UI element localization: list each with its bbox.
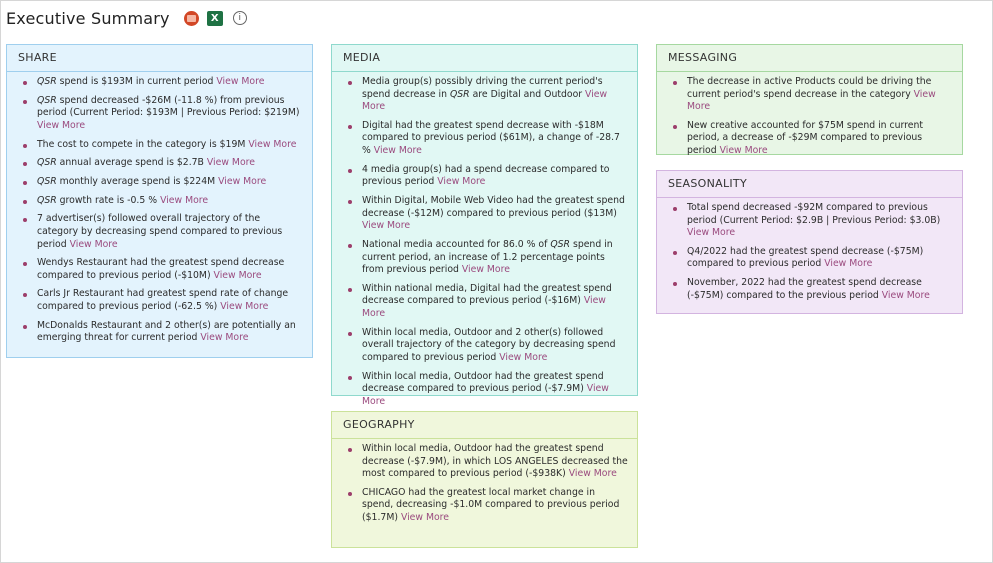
insight-text: spend decreased -$26M (-11.8 %) from pre… xyxy=(37,94,300,119)
view-more-link[interactable]: View More xyxy=(160,195,208,206)
insight-text: 4 media group(s) had a spend decrease co… xyxy=(362,163,610,188)
share-item: Wendys Restaurant had the greatest spend… xyxy=(19,257,304,282)
header: Executive Summary X i xyxy=(6,6,247,30)
share-item: The cost to compete in the category is $… xyxy=(19,139,304,152)
messaging-title: MESSAGING xyxy=(657,45,962,72)
geography-title: GEOGRAPHY xyxy=(332,412,637,439)
seasonality-title: SEASONALITY xyxy=(657,171,962,198)
insight-text: Within Digital, Mobile Web Video had the… xyxy=(362,195,625,219)
category-name: QSR xyxy=(37,175,57,187)
seasonality-item: November, 2022 had the greatest spend de… xyxy=(669,277,954,302)
media-item: National media accounted for 86.0 % of Q… xyxy=(344,239,629,277)
share-item: QSR spend is $193M in current period Vie… xyxy=(19,76,304,89)
powerpoint-icon xyxy=(183,10,199,26)
share-item: 7 advertiser(s) followed overall traject… xyxy=(19,213,304,251)
media-item: Within local media, Outdoor had the grea… xyxy=(344,371,629,409)
view-more-link[interactable]: View More xyxy=(216,76,264,87)
media-item: Within national media, Digital had the g… xyxy=(344,283,629,321)
insight-text: Within local media, Outdoor and 2 other(… xyxy=(362,326,616,363)
powerpoint-export-button[interactable] xyxy=(183,10,199,26)
page-title: Executive Summary xyxy=(6,8,170,28)
share-title: SHARE xyxy=(7,45,312,72)
view-more-link[interactable]: View More xyxy=(882,290,930,301)
category-name: QSR xyxy=(550,238,571,250)
view-more-link[interactable]: View More xyxy=(374,145,422,156)
view-more-link[interactable]: View More xyxy=(214,270,262,281)
media-item: 4 media group(s) had a spend decrease co… xyxy=(344,164,629,189)
view-more-link[interactable]: View More xyxy=(569,468,617,479)
view-more-link[interactable]: View More xyxy=(687,227,735,238)
media-list: Media group(s) possibly driving the curr… xyxy=(332,72,637,408)
seasonality-item: Q4/2022 had the greatest spend decrease … xyxy=(669,246,954,271)
insight-text: monthly average spend is $224M xyxy=(56,175,219,187)
view-more-link[interactable]: View More xyxy=(200,332,248,343)
share-item: QSR spend decreased -$26M (-11.8 %) from… xyxy=(19,95,304,133)
insight-text: Q4/2022 had the greatest spend decrease … xyxy=(687,245,924,270)
insight-text: The decrease in active Products could be… xyxy=(687,76,932,100)
category-name: QSR xyxy=(37,194,57,206)
category-name: QSR xyxy=(37,157,57,169)
seasonality-panel: SEASONALITY Total spend decreased -$92M … xyxy=(656,170,963,314)
insight-text: growth rate is -0.5 % xyxy=(56,194,161,206)
share-item: QSR annual average spend is $2.7B View M… xyxy=(19,157,304,170)
category-name: QSR xyxy=(449,88,470,100)
info-button[interactable]: i xyxy=(232,11,247,25)
geography-item: Within local media, Outdoor had the grea… xyxy=(344,443,629,481)
view-more-link[interactable]: View More xyxy=(207,157,255,168)
messaging-item: The decrease in active Products could be… xyxy=(669,76,954,114)
info-icon: i xyxy=(232,11,247,25)
insight-text: spend is $193M in current period xyxy=(56,76,217,87)
view-more-link[interactable]: View More xyxy=(362,220,410,231)
view-more-link[interactable]: View More xyxy=(720,145,768,156)
insight-text: annual average spend is $2.7B xyxy=(56,157,207,169)
view-more-link[interactable]: View More xyxy=(499,352,547,363)
media-item: Media group(s) possibly driving the curr… xyxy=(344,76,629,114)
messaging-panel: MESSAGING The decrease in active Product… xyxy=(656,44,963,158)
excel-export-button[interactable]: X xyxy=(206,10,223,26)
media-panel: MEDIA Media group(s) possibly driving th… xyxy=(331,44,638,407)
share-item: McDonalds Restaurant and 2 other(s) are … xyxy=(19,320,304,345)
insight-text: The cost to compete in the category is $… xyxy=(37,138,249,150)
view-more-link[interactable]: View More xyxy=(824,258,872,269)
insight-text: Total spend decreased -$92M compared to … xyxy=(687,202,941,226)
messaging-list: The decrease in active Products could be… xyxy=(657,72,962,158)
view-more-link[interactable]: View More xyxy=(401,512,449,523)
share-item: QSR growth rate is -0.5 % View More xyxy=(19,195,304,208)
category-name: QSR xyxy=(37,76,57,87)
view-more-link[interactable]: View More xyxy=(70,239,118,250)
insight-text: are Digital and Outdoor xyxy=(469,88,586,100)
view-more-link[interactable]: View More xyxy=(437,176,485,187)
media-title: MEDIA xyxy=(332,45,637,72)
share-list: QSR spend is $193M in current period Vie… xyxy=(7,72,312,345)
geography-list: Within local media, Outdoor had the grea… xyxy=(332,439,637,525)
insight-text: Within national media, Digital had the g… xyxy=(362,282,612,307)
category-name: QSR xyxy=(37,94,57,106)
share-item: Carls Jr Restaurant had greatest spend r… xyxy=(19,288,304,313)
insight-text: National media accounted for 86.0 % of xyxy=(362,238,551,250)
media-item: Within Digital, Mobile Web Video had the… xyxy=(344,195,629,233)
insight-text: McDonalds Restaurant and 2 other(s) are … xyxy=(37,319,296,344)
share-item: QSR monthly average spend is $224M View … xyxy=(19,176,304,189)
media-item: Digital had the greatest spend decrease … xyxy=(344,120,629,158)
view-more-link[interactable]: View More xyxy=(462,264,510,275)
messaging-item: New creative accounted for $75M spend in… xyxy=(669,120,954,158)
seasonality-item: Total spend decreased -$92M compared to … xyxy=(669,202,954,240)
view-more-link[interactable]: View More xyxy=(218,176,266,187)
view-more-link[interactable]: View More xyxy=(220,301,268,312)
excel-icon: X xyxy=(206,10,223,26)
share-panel: SHARE QSR spend is $193M in current peri… xyxy=(6,44,313,358)
geography-panel: GEOGRAPHY Within local media, Outdoor ha… xyxy=(331,411,638,548)
view-more-link[interactable]: View More xyxy=(37,120,85,131)
media-item: Within local media, Outdoor and 2 other(… xyxy=(344,327,629,365)
view-more-link[interactable]: View More xyxy=(248,139,296,150)
geography-item: CHICAGO had the greatest local market ch… xyxy=(344,487,629,525)
insight-text: Within local media, Outdoor had the grea… xyxy=(362,370,604,395)
seasonality-list: Total spend decreased -$92M compared to … xyxy=(657,198,962,302)
